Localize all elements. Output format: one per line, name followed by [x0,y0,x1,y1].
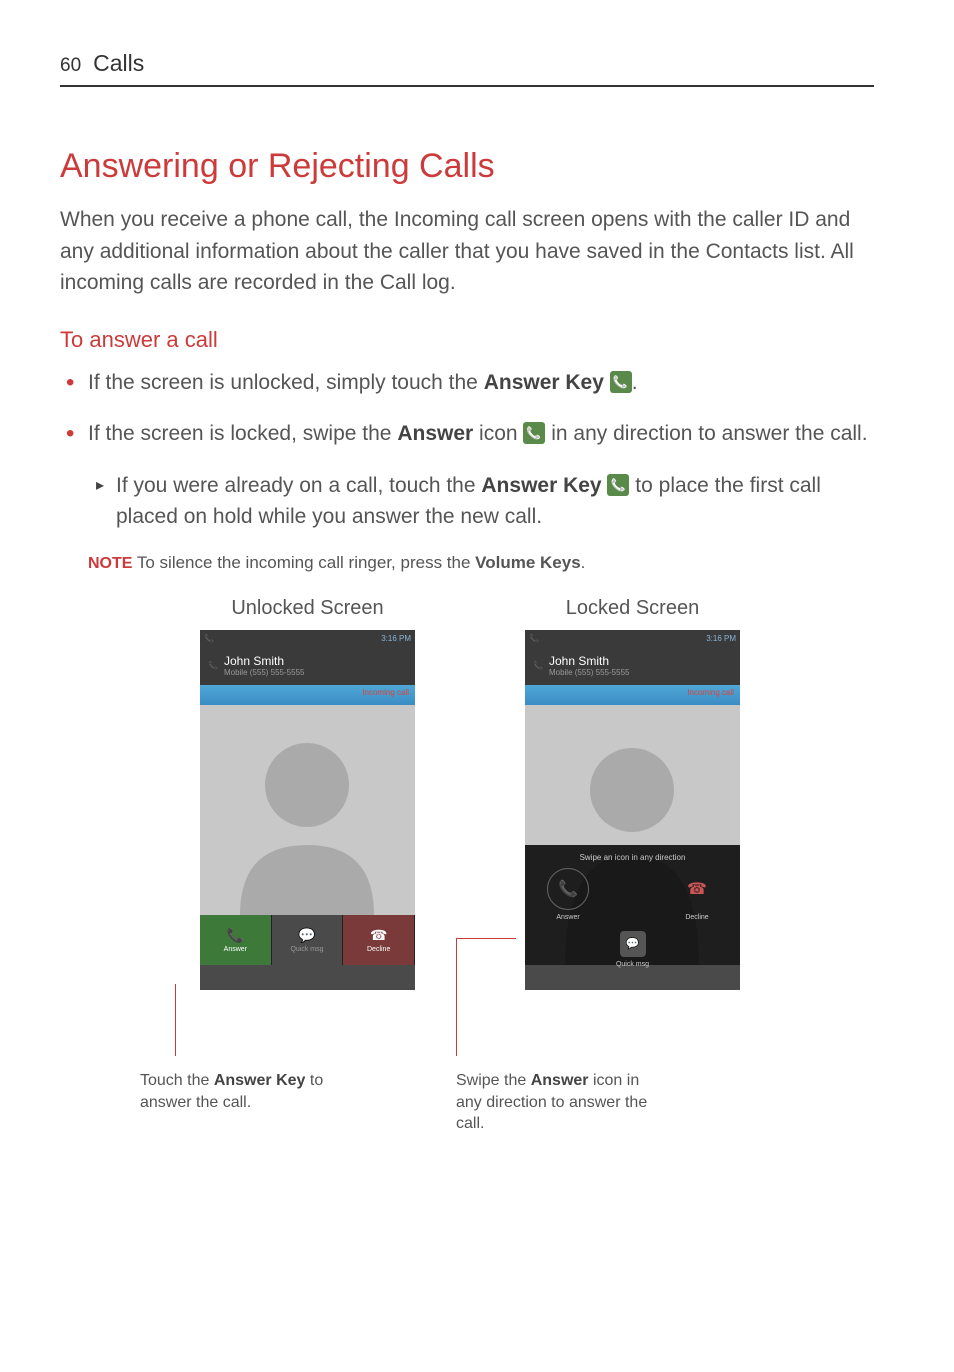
locked-quickmsg-label: Quick msg [535,961,730,968]
incoming-bar-locked: Incoming call [525,685,740,705]
answer-phone-icon-locked: 📞 [558,879,578,899]
avatar-placeholder-locked: Swipe an icon in any direction 📞 Answer … [525,705,740,965]
locked-decline-circle[interactable]: ☎ [676,868,718,910]
subheading: To answer a call [60,327,874,353]
locked-overlay: Swipe an icon in any direction 📞 Answer … [525,845,740,965]
callout-line-locked-h [456,938,516,939]
answer-label: Answer [224,946,247,953]
page-number: 60 [60,55,81,77]
decline-phone-icon: ☎ [370,927,387,944]
answer-key-icon-2 [607,474,629,496]
b2-pre: If the screen is locked, swipe the [88,422,397,445]
cap-u-bold: Answer Key [214,1072,306,1089]
caller-name: John Smith [224,654,305,668]
caller-number-locked: Mobile (555) 555-5555 [549,668,630,677]
status-bar: 📞 3:16 PM [200,630,415,648]
caller-number: Mobile (555) 555-5555 [224,668,305,677]
status-time-locked: 3:16 PM [706,634,736,643]
sub-bullet: If you were already on a call, touch the… [60,470,874,533]
locked-label: Locked Screen [566,597,699,620]
unlocked-column: Unlocked Screen 📞 3:16 PM 📞 John Smith M… [200,597,415,990]
caption-locked: Swipe the Answer icon in any direction t… [456,1070,656,1135]
cap-u-pre: Touch the [140,1072,214,1089]
decline-label: Decline [367,946,390,953]
locked-quickmsg[interactable]: 💬 [620,931,646,957]
cap-l-pre: Swipe the [456,1072,531,1089]
cap-l-bold: Answer [531,1072,589,1089]
bullet-1: If the screen is unlocked, simply touch … [60,367,874,399]
avatar-icon [200,705,415,915]
decline-phone-icon-locked: ☎ [687,879,707,899]
b2-post: in any direction to answer the call. [545,422,867,445]
caller-name-locked: John Smith [549,654,630,668]
unlocked-label: Unlocked Screen [231,597,383,620]
caller-bar: 📞 John Smith Mobile (555) 555-5555 [200,648,415,685]
decline-button[interactable]: ☎ Decline [343,915,415,965]
bullet-2: If the screen is locked, swipe the Answe… [60,418,874,450]
b1-pre: If the screen is unlocked, simply touch … [88,371,484,394]
note-pre: To silence the incoming call ringer, pre… [132,553,475,572]
caption-unlocked: Touch the Answer Key to answer the call. [140,1070,340,1113]
b1-post: . [632,371,638,394]
callout-line-locked-v [456,938,457,1056]
locked-screenshot: 📞 3:16 PM 📞 John Smith Mobile (555) 555-… [525,630,740,990]
phone-icon: 📞 [529,634,539,643]
caller-bar-locked: 📞 John Smith Mobile (555) 555-5555 [525,648,740,685]
locked-answer-circle[interactable]: 📞 [547,868,589,910]
b1-bold: Answer Key [484,371,604,394]
callout-line-unlocked [175,984,176,1056]
answer-button[interactable]: 📞 Answer [200,915,272,965]
status-bar-locked: 📞 3:16 PM [525,630,740,648]
note-bold: Volume Keys [475,553,581,572]
button-row: 📞 Answer 💬 Quick msg ☎ Decline [200,915,415,965]
b2-bold: Answer [397,422,473,445]
quickmsg-label: Quick msg [290,946,323,953]
incoming-bar: Incoming call [200,685,415,705]
b2-mid: icon [473,422,523,445]
avatar-placeholder [200,705,415,915]
intro-paragraph: When you receive a phone call, the Incom… [60,204,874,299]
answer-phone-icon: 📞 [227,927,244,944]
sub-pre: If you were already on a call, touch the [116,474,481,497]
status-time: 3:16 PM [381,634,411,643]
message-icon: 💬 [298,927,315,944]
caller-phone-icon: 📞 [533,661,543,670]
locked-answer-label: Answer [547,914,589,921]
quickmsg-button[interactable]: 💬 Quick msg [272,915,344,965]
sub-bold: Answer Key [481,474,601,497]
note-post: . [581,553,586,572]
phone-icon: 📞 [204,634,214,643]
header-rule [60,85,874,87]
answer-swipe-icon [523,422,545,444]
note: NOTE To silence the incoming call ringer… [60,553,874,573]
swipe-hint: Swipe an icon in any direction [535,853,730,862]
page-title: Answering or Rejecting Calls [60,147,874,186]
caller-phone-icon: 📞 [208,661,218,670]
locked-column: Locked Screen 📞 3:16 PM 📞 John Smith Mob… [525,597,740,990]
note-label: NOTE [88,555,132,572]
section-title: Calls [93,50,874,77]
locked-decline-label: Decline [676,914,718,921]
answer-key-icon [610,371,632,393]
message-icon-locked: 💬 [626,937,640,950]
unlocked-screenshot: 📞 3:16 PM 📞 John Smith Mobile (555) 555-… [200,630,415,990]
